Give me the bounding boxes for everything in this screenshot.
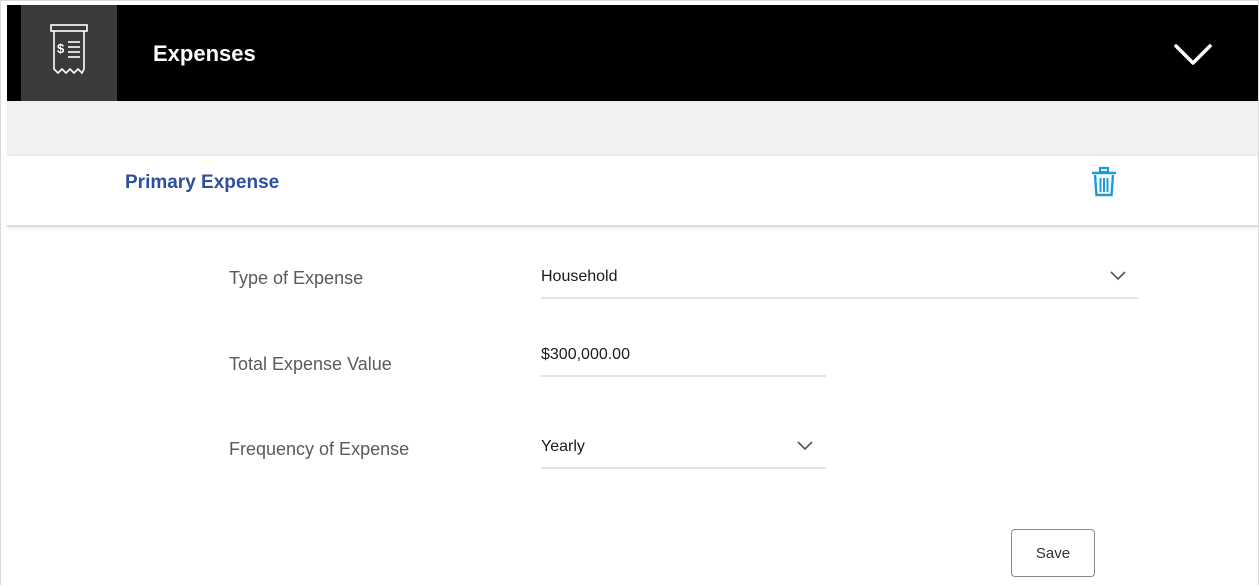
frequency-of-expense-select[interactable]: Yearly: [541, 433, 826, 469]
type-of-expense-value: Household: [541, 268, 618, 285]
save-button[interactable]: Save: [1011, 529, 1095, 577]
receipt-dollar-icon: $: [21, 5, 117, 101]
total-expense-value: $300,000.00: [541, 346, 630, 363]
panel-title: Expenses: [153, 41, 256, 66]
panel-header[interactable]: $ Expenses: [7, 5, 1258, 101]
expenses-panel: $ Expenses Primary Expense Type of Expen…: [0, 0, 1259, 585]
total-expense-value-label: Total Expense Value: [229, 354, 392, 374]
type-of-expense-select[interactable]: Household: [541, 263, 1138, 299]
chevron-down-icon: [797, 441, 813, 451]
header-spacer-band: [7, 101, 1258, 155]
chevron-down-icon: [1110, 271, 1126, 281]
trash-icon[interactable]: [1089, 166, 1119, 198]
expense-section-header: Primary Expense: [7, 155, 1258, 227]
frequency-of-expense-label: Frequency of Expense: [229, 439, 410, 459]
svg-text:$: $: [57, 41, 65, 56]
frequency-of-expense-value: Yearly: [541, 438, 585, 455]
type-of-expense-label: Type of Expense: [229, 268, 364, 288]
total-expense-value-input[interactable]: $300,000.00: [541, 341, 826, 377]
chevron-down-icon[interactable]: [1172, 41, 1214, 69]
section-title: Primary Expense: [125, 172, 280, 193]
